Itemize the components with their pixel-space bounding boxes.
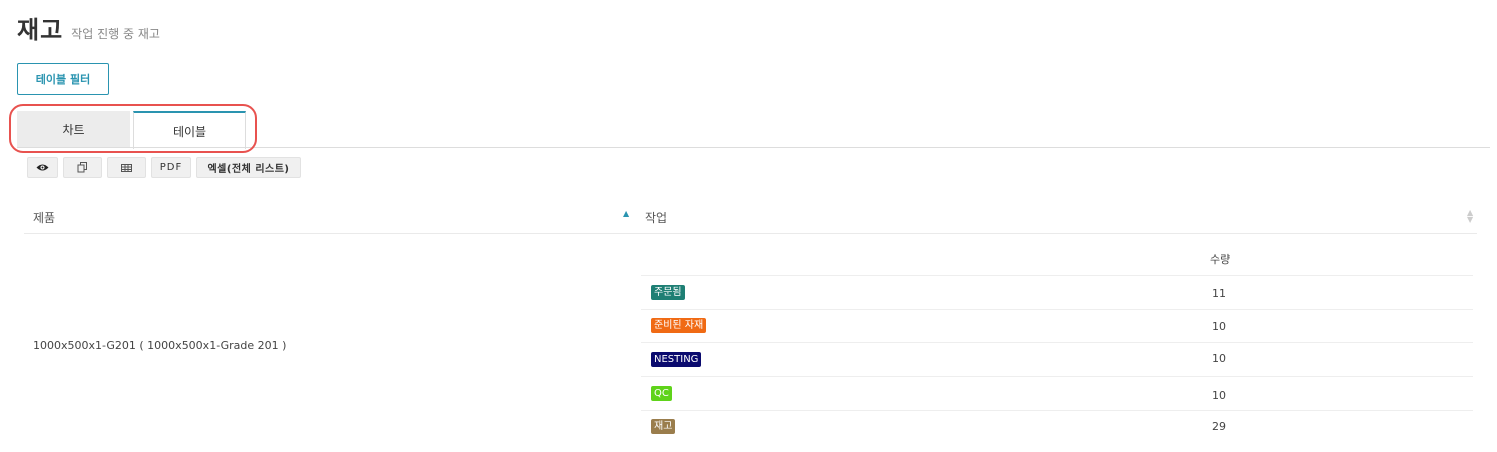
page-header: 재고 작업 진행 중 재고: [17, 10, 160, 45]
status-badge-prepared-material: 준비된 자재: [651, 318, 707, 333]
row-divider: [641, 275, 1473, 276]
tabs-divider: [17, 147, 1490, 148]
page-title: 재고: [17, 16, 64, 44]
tab-chart[interactable]: 차트: [17, 111, 130, 148]
copy-icon: [77, 162, 87, 173]
eye-icon: [36, 164, 49, 171]
table-filter-button[interactable]: 테이블 필터: [17, 63, 109, 95]
status-badge-ordered: 주문됨: [651, 285, 685, 300]
quantity-cell: 11: [1212, 287, 1226, 300]
status-badge-qc: QC: [651, 386, 672, 401]
excel-export-button[interactable]: 엑셀(전체 리스트): [196, 157, 301, 178]
quantity-cell: 10: [1212, 320, 1226, 333]
status-badge-nesting: NESTING: [651, 352, 702, 367]
row-divider: [641, 309, 1473, 310]
header-divider: [24, 233, 1477, 234]
row-divider: [641, 342, 1473, 343]
status-badge-inventory: 재고: [651, 419, 676, 434]
quantity-cell: 29: [1212, 420, 1226, 433]
pdf-export-button[interactable]: PDF: [151, 157, 191, 178]
copy-button[interactable]: [63, 157, 102, 178]
grid-icon: [121, 163, 132, 172]
sort-ascending-icon[interactable]: ▲: [623, 209, 629, 218]
column-header-task[interactable]: 작업: [645, 209, 667, 226]
row-divider: [641, 376, 1473, 377]
product-cell: 1000x500x1-G201 ( 1000x500x1-Grade 201 ): [33, 339, 287, 352]
row-divider: [641, 410, 1473, 411]
sort-both-icon[interactable]: ▲ ▼: [1467, 209, 1473, 224]
quantity-cell: 10: [1212, 389, 1226, 402]
tab-table[interactable]: 테이블: [133, 111, 246, 149]
quantity-subheader: 수량: [1210, 253, 1231, 266]
csv-export-button[interactable]: [107, 157, 146, 178]
column-header-product[interactable]: 제품: [33, 209, 55, 226]
page-subtitle: 작업 진행 중 재고: [71, 27, 160, 41]
column-visibility-button[interactable]: [27, 157, 58, 178]
quantity-cell: 10: [1212, 352, 1226, 365]
table-toolbar: PDF 엑셀(전체 리스트): [27, 157, 301, 178]
